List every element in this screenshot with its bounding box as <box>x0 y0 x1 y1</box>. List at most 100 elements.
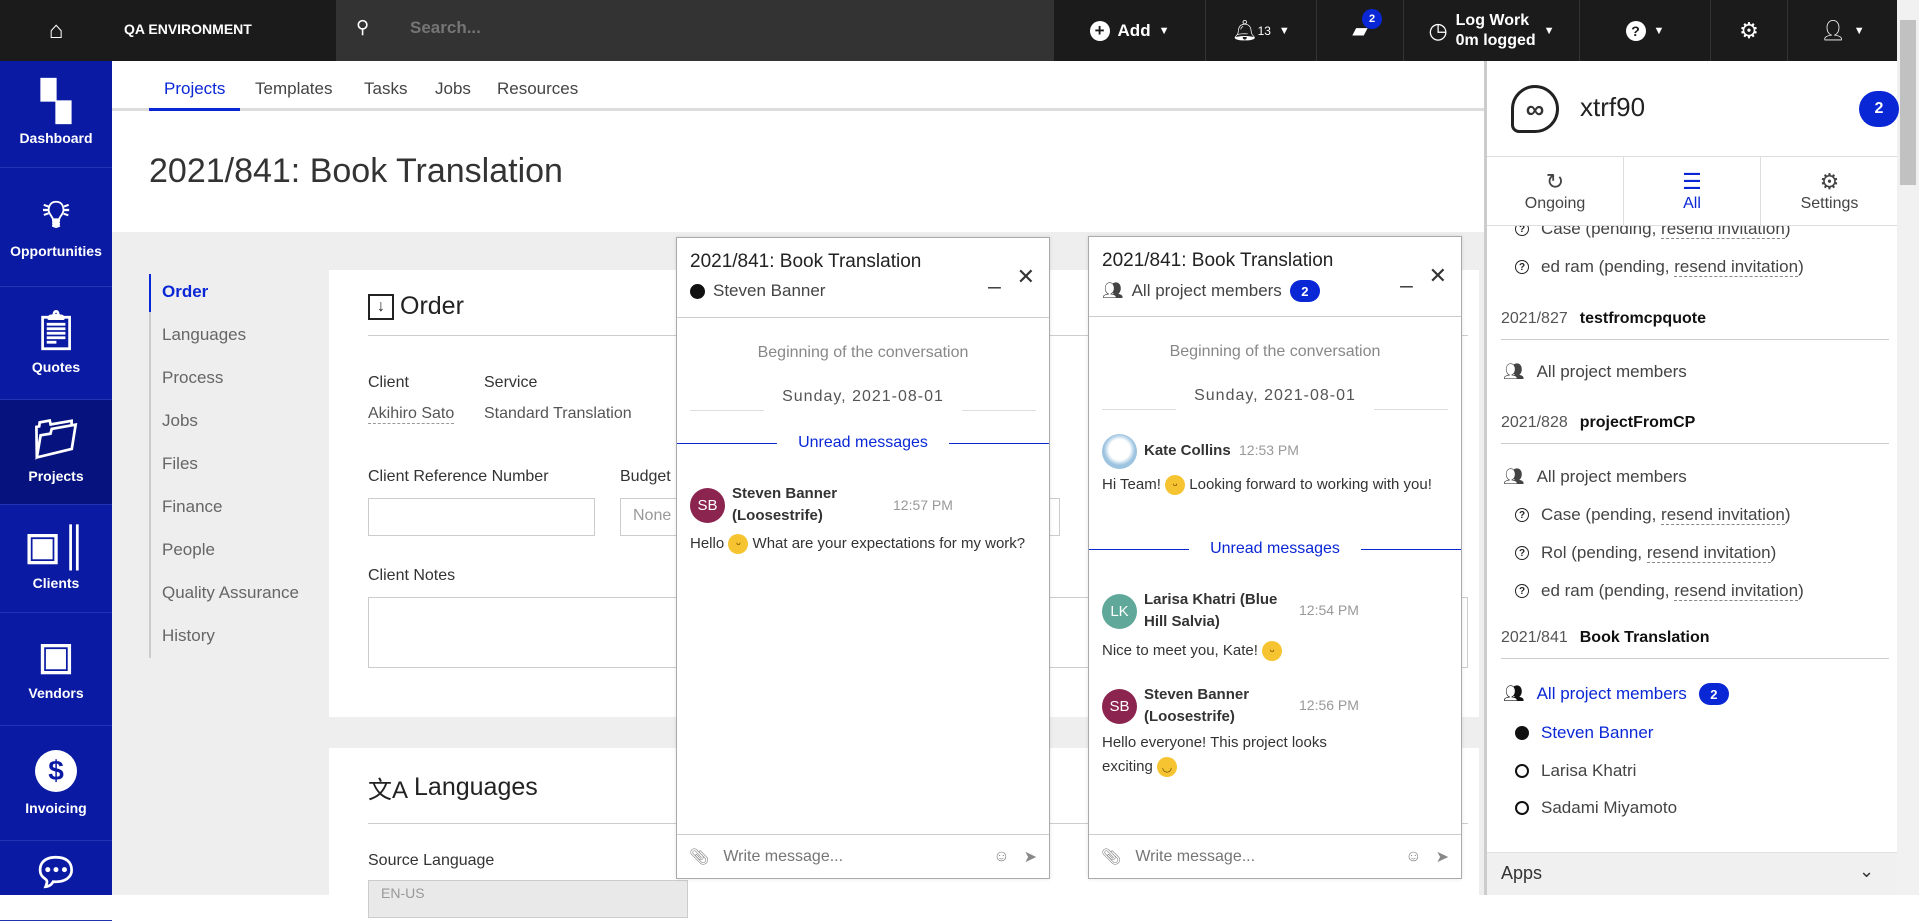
tab-projects[interactable]: Projects <box>164 79 225 99</box>
section-nav-finance[interactable]: Finance <box>162 497 222 517</box>
send-icon[interactable]: ➤ <box>1436 847 1449 867</box>
log-work-button[interactable]: ◷ Log Work 0m logged ▼ <box>1403 0 1579 61</box>
section-nav-jobs[interactable]: Jobs <box>162 411 198 431</box>
chevron-down-icon: ⌄ <box>1859 861 1875 881</box>
scrollbar-thumb[interactable] <box>1900 20 1916 185</box>
channel-all-project-members[interactable]: 👥︎ All project members 2 <box>1503 683 1729 705</box>
member-larisa-khatri[interactable]: Larisa Khatri <box>1515 761 1636 781</box>
member-steven-banner[interactable]: Steven Banner <box>1515 723 1653 743</box>
sidebar-item-vendors[interactable]: ▣ Vendors <box>0 613 112 726</box>
pending-member: ? ed ram (pending, resend invitation) <box>1515 257 1804 277</box>
messages-button[interactable]: ▰ 2 <box>1316 0 1403 61</box>
client-notes-label: Client Notes <box>368 567 456 584</box>
sidebar-item-dashboard[interactable]: ▚ Dashboard <box>0 61 112 168</box>
group-icon: 👥︎ <box>1102 281 1124 300</box>
message-input[interactable] <box>723 847 980 866</box>
section-nav-quality-assurance[interactable]: Quality Assurance <box>162 583 299 603</box>
tab-templates[interactable]: Templates <box>255 79 332 99</box>
section-nav-languages[interactable]: Languages <box>162 325 246 345</box>
section-nav-files[interactable]: Files <box>162 454 198 474</box>
online-status-icon <box>690 283 705 299</box>
unread-badge: 2 <box>1859 91 1899 127</box>
section-nav-history[interactable]: History <box>162 626 215 646</box>
section-nav-divider <box>149 274 151 658</box>
search-bar[interactable]: ⚲ <box>336 0 1053 61</box>
question-icon: ? <box>1515 260 1529 274</box>
tab-resources[interactable]: Resources <box>497 79 578 99</box>
tab-ongoing[interactable]: ↻ Ongoing <box>1487 157 1624 225</box>
paperclip-icon[interactable]: 📎︎ <box>1101 847 1121 867</box>
sidebar-item-projects[interactable]: 📁︎ Projects <box>0 400 112 505</box>
sidebar-label: Opportunities <box>10 243 102 259</box>
resend-invitation-link[interactable]: resend invitation <box>1674 257 1799 277</box>
date-separator: Sunday, 2021-08-01 <box>1194 387 1356 404</box>
sidebar-item-clients[interactable]: ▣║ Clients <box>0 505 112 613</box>
home-icon: ⌂ <box>48 16 64 44</box>
pending-member: ? Rol (pending, resend invitation) <box>1515 543 1776 563</box>
home-button[interactable]: ⌂ <box>0 0 112 61</box>
minimize-icon[interactable]: _ <box>988 264 1000 290</box>
tab-jobs[interactable]: Jobs <box>435 79 471 99</box>
messages-badge: 2 <box>1362 9 1382 29</box>
source-language-select[interactable]: EN-US <box>368 880 688 918</box>
sidebar-label: Vendors <box>28 685 84 701</box>
question-icon: ? <box>1515 226 1529 236</box>
search-input[interactable] <box>410 18 910 38</box>
notifications-button[interactable]: 🔔︎ 13 ▼ <box>1205 0 1316 61</box>
apps-section-toggle[interactable]: Apps ⌄ <box>1487 852 1897 895</box>
help-button[interactable]: ? ▼ <box>1579 0 1710 61</box>
divider <box>1501 658 1889 659</box>
resend-invitation-link[interactable]: resend invitation <box>1661 505 1785 525</box>
client-link[interactable]: Akihiro Sato <box>368 405 455 424</box>
message-input[interactable] <box>1135 847 1392 866</box>
sidebar-item-invoicing[interactable]: $ Invoicing <box>0 726 112 841</box>
notifications-count: 13 <box>1257 23 1271 38</box>
user-menu-button[interactable]: 👤︎ ▼ <box>1787 0 1897 61</box>
divider <box>962 410 1036 411</box>
client-ref-input[interactable] <box>368 498 595 536</box>
add-button[interactable]: + Add ▼ <box>1053 0 1205 61</box>
languages-heading: 文A Languages <box>368 770 538 805</box>
emoji-icon[interactable]: ☺ <box>1405 848 1421 866</box>
emoji-icon[interactable]: ☺ <box>993 848 1009 866</box>
close-icon[interactable]: ✕ <box>1017 264 1035 290</box>
caret-down-icon: ▼ <box>1158 24 1170 37</box>
lightbulb-icon: 💡︎ <box>42 194 70 236</box>
sidebar-item-chat[interactable]: 💬︎ <box>0 841 112 921</box>
tab-settings[interactable]: ⚙ Settings <box>1761 157 1898 225</box>
list-icon: ☰ <box>1682 169 1702 194</box>
tab-tasks[interactable]: Tasks <box>364 79 407 99</box>
section-nav-process[interactable]: Process <box>162 368 223 388</box>
chat-recipient: Steven Banner <box>713 281 826 300</box>
close-icon[interactable]: ✕ <box>1429 263 1447 289</box>
service-value: Standard Translation <box>484 405 632 422</box>
settings-button[interactable]: ⚙ <box>1710 0 1787 61</box>
message-text: Hi Team! ᵕ Looking forward to working wi… <box>1102 473 1442 497</box>
channel-all-project-members[interactable]: 👥︎ All project members <box>1503 362 1687 382</box>
sidebar-item-quotes[interactable]: 📋︎ Quotes <box>0 287 112 400</box>
conversation-list: ? Case (pending, resend invitation) ? ed r… <box>1487 226 1897 852</box>
message-text: Hello everyone! This project looks excit… <box>1102 731 1362 779</box>
channel-label: All project members <box>1536 362 1687 381</box>
member-sadami-miyamoto[interactable]: Sadami Miyamoto <box>1515 798 1677 818</box>
page-scrollbar[interactable] <box>1897 0 1919 895</box>
resend-invitation-link[interactable]: resend invitation <box>1646 543 1771 563</box>
resend-invitation-link[interactable]: resend invitation <box>1661 226 1785 239</box>
tab-all[interactable]: ☰ All <box>1624 157 1761 225</box>
channel-all-project-members[interactable]: 👥︎ All project members <box>1503 467 1687 487</box>
resend-invitation-link[interactable]: resend invitation <box>1674 581 1799 601</box>
paperclip-icon[interactable]: 📎︎ <box>689 847 709 867</box>
send-icon[interactable]: ➤ <box>1024 847 1037 867</box>
member-status: ed ram (pending, <box>1541 257 1675 276</box>
member-status: Rol (pending, <box>1541 543 1647 562</box>
section-nav-people[interactable]: People <box>162 540 215 560</box>
member-status: Case (pending, <box>1541 226 1662 238</box>
chat-subtitle: Steven Banner <box>690 281 825 301</box>
minimize-icon[interactable]: _ <box>1400 263 1412 289</box>
sidebar-item-opportunities[interactable]: 💡︎ Opportunities <box>0 168 112 287</box>
section-nav-order[interactable]: Order <box>162 282 208 302</box>
search-icon: ⚲ <box>356 17 370 37</box>
project-name: Book Translation <box>1579 629 1710 646</box>
message-time: 12:54 PM <box>1299 602 1359 618</box>
project-number: 2021/841 <box>1501 629 1568 646</box>
